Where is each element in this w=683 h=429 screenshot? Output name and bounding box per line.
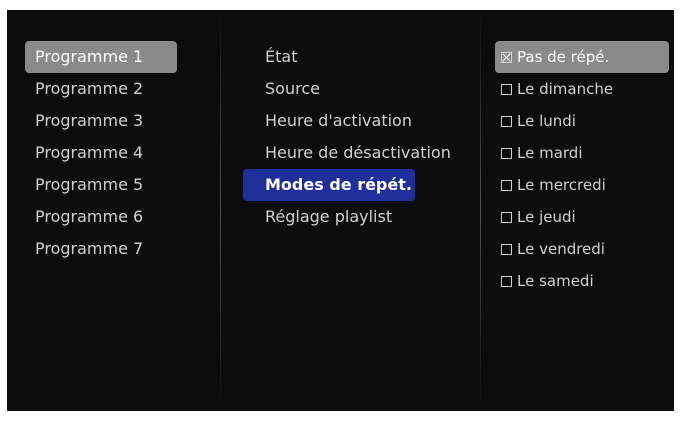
program-item-2[interactable]: Programme 2 [25,73,177,105]
program-item-3[interactable]: Programme 3 [25,105,177,137]
program-item-6[interactable]: Programme 6 [25,201,177,233]
repeat-option-label: Pas de répé. [517,48,610,66]
column-divider [220,10,221,411]
program-item-4[interactable]: Programme 4 [25,137,177,169]
setting-item-state[interactable]: État [243,41,463,73]
repeat-option-label: Le lundi [517,112,576,130]
repeat-option-label: Le mercredi [517,176,606,194]
repeat-option-label: Le mardi [517,144,583,162]
repeat-option-thursday[interactable]: Le jeudi [495,201,669,233]
repeat-option-label: Le jeudi [517,208,576,226]
checkbox-icon [501,180,512,191]
program-item-5[interactable]: Programme 5 [25,169,177,201]
checkbox-icon [501,244,512,255]
repeat-option-wednesday[interactable]: Le mercredi [495,169,669,201]
repeat-option-none[interactable]: Pas de répé. [495,41,669,73]
setting-item-repeat-mode[interactable]: Modes de répét. [243,169,415,201]
repeat-options-list: Pas de répé. Le dimanche Le lundi Le mar… [495,41,669,297]
program-list: Programme 1 Programme 2 Programme 3 Prog… [25,41,177,265]
repeat-option-saturday[interactable]: Le samedi [495,265,669,297]
checkbox-icon [501,276,512,287]
settings-list: État Source Heure d'activation Heure de … [243,41,463,233]
repeat-option-friday[interactable]: Le vendredi [495,233,669,265]
setting-item-playlist[interactable]: Réglage playlist [243,201,463,233]
checkbox-icon [501,84,512,95]
checkbox-icon [501,116,512,127]
repeat-option-label: Le vendredi [517,240,605,258]
repeat-option-monday[interactable]: Le lundi [495,105,669,137]
repeat-option-label: Le dimanche [517,80,614,98]
repeat-option-label: Le samedi [517,272,594,290]
schedule-screen: Programme 1 Programme 2 Programme 3 Prog… [7,10,674,411]
column-divider [480,10,481,411]
setting-item-on-time[interactable]: Heure d'activation [243,105,463,137]
checkbox-icon [501,212,512,223]
setting-item-source[interactable]: Source [243,73,463,105]
repeat-option-tuesday[interactable]: Le mardi [495,137,669,169]
checkbox-icon [501,148,512,159]
program-item-7[interactable]: Programme 7 [25,233,177,265]
setting-item-off-time[interactable]: Heure de désactivation [243,137,463,169]
repeat-option-sunday[interactable]: Le dimanche [495,73,669,105]
checkbox-checked-icon [501,52,512,63]
program-item-1[interactable]: Programme 1 [25,41,177,73]
